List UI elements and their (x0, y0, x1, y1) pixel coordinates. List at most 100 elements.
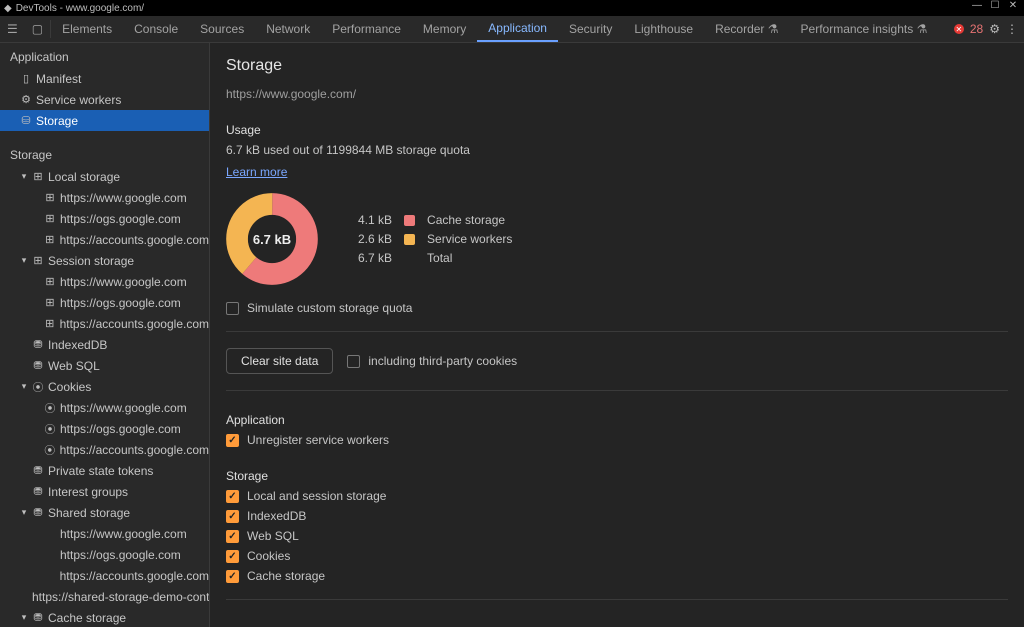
sidebar-item[interactable]: ⦿https://ogs.google.com (0, 418, 209, 439)
storage-option-checkbox[interactable]: ✓ (226, 570, 239, 583)
tree-icon: ⊞ (42, 275, 58, 288)
storage-option-checkbox[interactable]: ✓ (226, 510, 239, 523)
usage-heading: Usage (226, 123, 1008, 137)
legend-total-swatch (404, 253, 415, 264)
sidebar-item[interactable]: ⊞https://www.google.com (0, 187, 209, 208)
maximize-button[interactable]: ☐ (986, 0, 1004, 11)
storage-option-checkbox[interactable]: ✓ (226, 530, 239, 543)
tab-console[interactable]: Console (123, 16, 189, 42)
application-sidebar[interactable]: Application ▯Manifest⚙Service workers⛁St… (0, 43, 210, 627)
sidebar-item[interactable]: ⊞https://accounts.google.com (0, 313, 209, 334)
sidebar-item-storage[interactable]: ⛁Storage (0, 110, 209, 131)
caret-icon[interactable]: ▾ (18, 381, 30, 392)
sidebar-item[interactable]: ⛃IndexedDB (0, 334, 209, 355)
simulate-quota-checkbox[interactable] (226, 302, 239, 315)
tree-icon: ⛃ (30, 359, 46, 372)
tree-icon: ⦿ (30, 379, 46, 395)
tab-security[interactable]: Security (558, 16, 623, 42)
sidebar-item[interactable]: ⊞https://ogs.google.com (0, 292, 209, 313)
app-option-checkbox[interactable]: ✓ (226, 434, 239, 447)
tree-icon: ⊞ (42, 317, 58, 330)
third-party-cookies-checkbox[interactable] (347, 355, 360, 368)
panel-url: https://www.google.com/ (226, 87, 1008, 101)
legend-swatch (404, 234, 415, 245)
storage-checks-heading: Storage (226, 469, 1008, 483)
window-title: DevTools - www.google.com/ (16, 3, 144, 14)
application-checks-heading: Application (226, 413, 1008, 427)
tab-lighthouse[interactable]: Lighthouse (623, 16, 704, 42)
tab-elements[interactable]: Elements (51, 16, 123, 42)
legend-value: 2.6 kB (358, 232, 392, 246)
storage-option-label: Web SQL (247, 529, 299, 543)
tree-icon: ⊞ (30, 170, 46, 183)
usage-donut-chart: 6.7 kB (226, 193, 318, 285)
legend-label: Cache storage (427, 213, 512, 227)
storage-option-checkbox[interactable]: ✓ (226, 550, 239, 563)
tab-network[interactable]: Network (255, 16, 321, 42)
tree-icon: ⛃ (30, 464, 46, 477)
sidebar-item[interactable]: ⦿https://www.google.com (0, 397, 209, 418)
storage-option-label: Cookies (247, 549, 290, 563)
settings-icon[interactable]: ⚙ (989, 22, 1000, 36)
sidebar-item[interactable]: ⊞https://accounts.google.com (0, 229, 209, 250)
sidebar-item[interactable]: ⛃Private state tokens (0, 460, 209, 481)
tab-memory[interactable]: Memory (412, 16, 477, 42)
sidebar-item[interactable]: ▾⛃Shared storage (0, 502, 209, 523)
inspect-icon[interactable]: ☰ (0, 16, 25, 42)
tab-application[interactable]: Application (477, 16, 558, 42)
donut-center-label: 6.7 kB (226, 193, 318, 285)
sidebar-item-manifest[interactable]: ▯Manifest (0, 68, 209, 89)
storage-option-label: Local and session storage (247, 489, 386, 503)
sidebar-item[interactable]: ⛃Web SQL (0, 355, 209, 376)
tree-icon: ⊞ (42, 212, 58, 225)
tab-recorder-[interactable]: Recorder ⚗ (704, 16, 789, 42)
caret-icon[interactable]: ▾ (18, 255, 30, 266)
sidebar-item[interactable]: ⦿https://accounts.google.com (0, 439, 209, 460)
tree-icon: ⛃ (30, 485, 46, 498)
sidebar-item[interactable]: ▾⊞Local storage (0, 166, 209, 187)
tab-sources[interactable]: Sources (189, 16, 255, 42)
storage-option-checkbox[interactable]: ✓ (226, 490, 239, 503)
tree-icon: ⛁ (18, 114, 34, 127)
tree-icon: ⊞ (42, 296, 58, 309)
tree-icon: ⦿ (42, 400, 58, 416)
sidebar-item-service-workers[interactable]: ⚙Service workers (0, 89, 209, 110)
window-titlebar: ◆ DevTools - www.google.com/ — ☐ ✕ (0, 0, 1024, 16)
sidebar-item[interactable]: https://shared-storage-demo-content-pro (0, 586, 209, 607)
learn-more-link[interactable]: Learn more (226, 165, 287, 179)
panel-title: Storage (226, 57, 1008, 75)
sidebar-item[interactable]: https://ogs.google.com (0, 544, 209, 565)
caret-icon[interactable]: ▾ (18, 507, 30, 518)
error-count[interactable]: 28 (970, 22, 983, 36)
device-toolbar-icon[interactable]: ▢ (25, 16, 50, 42)
sidebar-item[interactable]: ⊞https://www.google.com (0, 271, 209, 292)
tree-icon: ⛃ (30, 611, 46, 624)
storage-panel: Storage https://www.google.com/ Usage 6.… (210, 43, 1024, 627)
caret-icon[interactable]: ▾ (18, 612, 30, 623)
caret-icon[interactable]: ▾ (18, 171, 30, 182)
devtools-toolbar: ☰ ▢ ElementsConsoleSourcesNetworkPerform… (0, 16, 1024, 43)
sidebar-item[interactable]: https://www.google.com (0, 523, 209, 544)
tab-performance-insights-[interactable]: Performance insights ⚗ (790, 16, 939, 42)
legend-value: 4.1 kB (358, 213, 392, 227)
usage-summary: 6.7 kB used out of 1199844 MB storage qu… (226, 143, 1008, 157)
error-dot-icon[interactable]: ✕ (954, 24, 964, 34)
sidebar-item[interactable]: ⊞https://ogs.google.com (0, 208, 209, 229)
sidebar-item[interactable]: ⛃Interest groups (0, 481, 209, 502)
close-button[interactable]: ✕ (1004, 0, 1022, 11)
minimize-button[interactable]: — (968, 0, 986, 11)
storage-option-label: Cache storage (247, 569, 325, 583)
third-party-cookies-label: including third-party cookies (368, 354, 517, 368)
tree-icon: ⊞ (42, 233, 58, 246)
tab-performance[interactable]: Performance (321, 16, 412, 42)
sidebar-item[interactable]: ▾⛃Cache storage (0, 607, 209, 627)
sidebar-item[interactable]: ▾⦿Cookies (0, 376, 209, 397)
sidebar-section-application: Application (0, 43, 209, 68)
clear-site-data-button[interactable]: Clear site data (226, 348, 333, 374)
sidebar-item[interactable]: ▾⊞Session storage (0, 250, 209, 271)
tree-icon: ⊞ (30, 254, 46, 267)
sidebar-item[interactable]: https://accounts.google.com (0, 565, 209, 586)
tree-icon: ⛃ (30, 506, 46, 519)
more-icon[interactable]: ⋮ (1006, 22, 1018, 36)
legend-swatch (404, 215, 415, 226)
